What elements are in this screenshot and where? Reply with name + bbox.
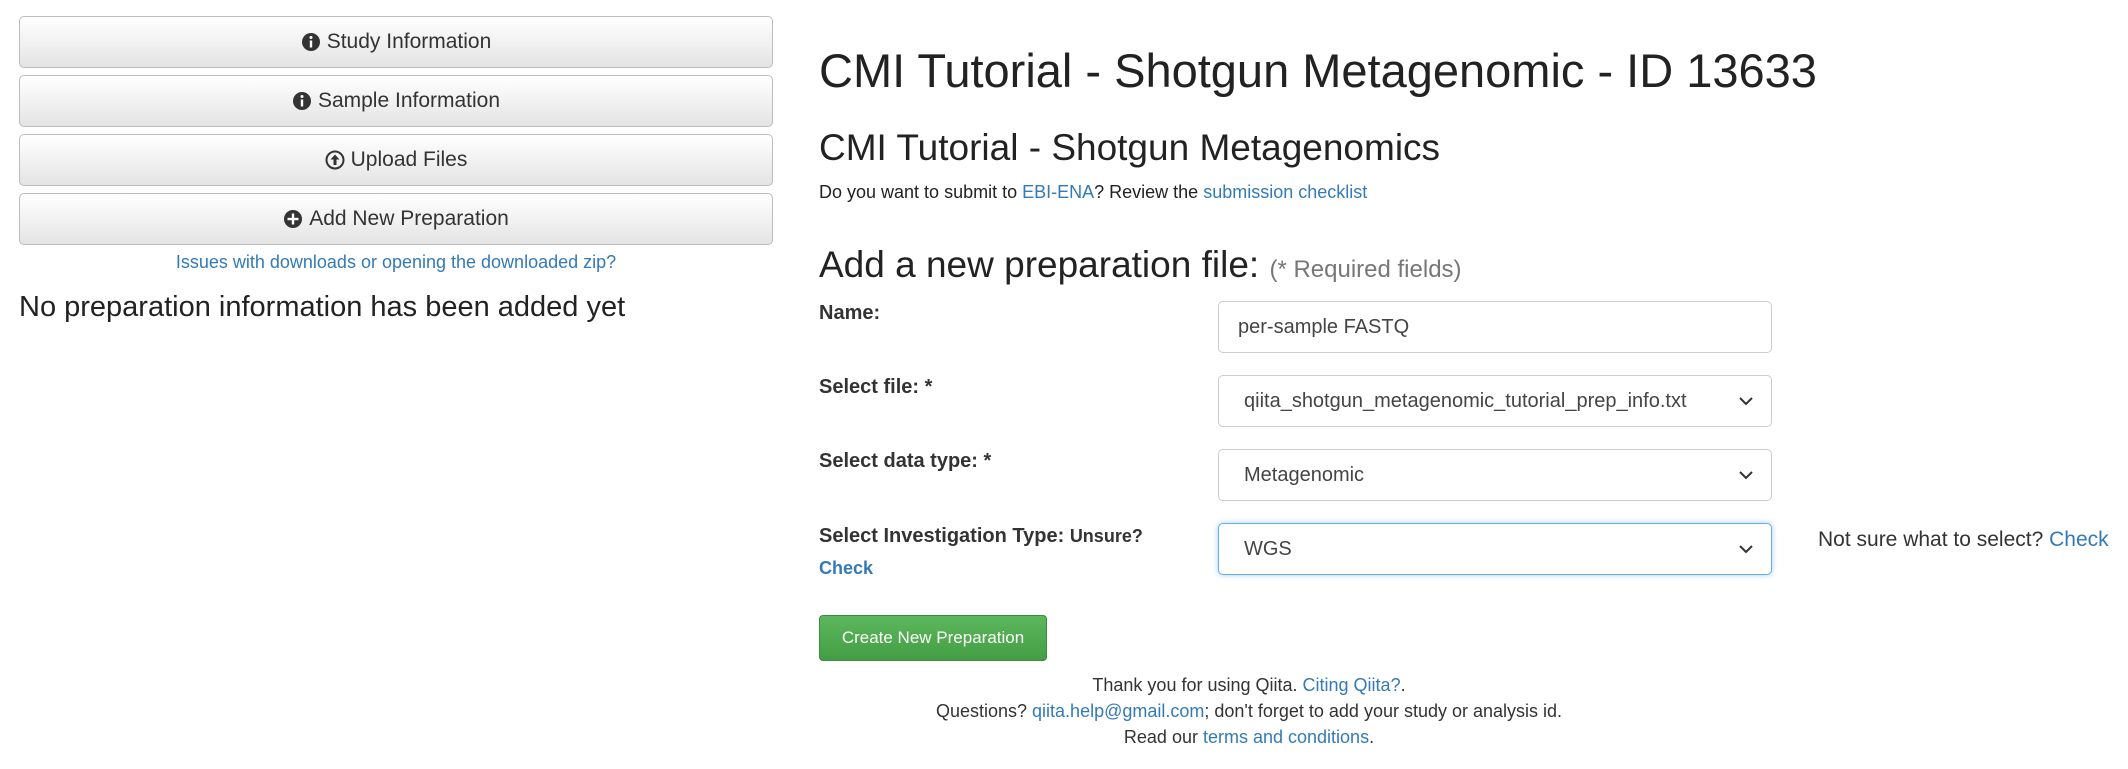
- footer-terms-suffix: .: [1369, 727, 1375, 747]
- info-icon: [301, 32, 321, 52]
- sidebar: Study Information Sample Information Upl…: [19, 16, 773, 324]
- study-title: CMI Tutorial - Shotgun Metagenomic - ID …: [819, 44, 1817, 97]
- investigation-check-link[interactable]: Check: [819, 558, 873, 579]
- citing-qiita-link[interactable]: Citing Qiita?: [1303, 675, 1401, 695]
- study-subtitle: CMI Tutorial - Shotgun Metagenomics: [819, 127, 1441, 168]
- help-email-link[interactable]: qiita.help@gmail.com: [1032, 701, 1204, 721]
- unsure-label: Unsure?: [1069, 526, 1143, 546]
- chevron-down-icon: [1739, 545, 1753, 554]
- terms-and-conditions-link[interactable]: terms and conditions: [1203, 727, 1369, 747]
- study-information-button[interactable]: Study Information: [19, 16, 773, 68]
- ebi-prefix-text: Do you want to submit to: [819, 182, 1023, 202]
- select-data-type-label: Select data type: *: [819, 450, 992, 472]
- sample-information-button[interactable]: Sample Information: [19, 75, 773, 127]
- footer-citing-suffix: .: [1400, 675, 1406, 695]
- ebi-submission-line: Do you want to submit to EBI-ENA? Review…: [819, 182, 2109, 203]
- upload-files-label: Upload Files: [350, 148, 468, 171]
- sample-information-label: Sample Information: [317, 89, 501, 112]
- select-data-type-dropdown[interactable]: Metagenomic: [1218, 449, 1772, 501]
- add-new-preparation-label: Add New Preparation: [309, 207, 509, 230]
- footer-thanks-line: Thank you for using Qiita. Citing Qiita?…: [799, 675, 1699, 696]
- required-fields-note: (* Required fields): [1269, 256, 1462, 283]
- ebi-middle-text: ? Review the: [1094, 182, 1204, 202]
- name-input-value: per-sample FASTQ: [1238, 315, 1410, 338]
- select-file-value: qiita_shotgun_metagenomic_tutorial_prep_…: [1244, 389, 1687, 412]
- select-data-type-value: Metagenomic: [1244, 463, 1365, 486]
- create-new-preparation-button[interactable]: Create New Preparation: [819, 615, 1047, 661]
- investigation-type-label: Select Investigation Type:: [819, 525, 1065, 547]
- info-icon: [292, 91, 312, 111]
- not-sure-hint: Not sure what to select? Check: [1818, 528, 2109, 552]
- footer-thanks-text: Thank you for using Qiita.: [1092, 675, 1298, 695]
- footer-read-our-text: Read our: [1123, 727, 1198, 747]
- chevron-down-icon: [1739, 397, 1753, 406]
- add-preparation-title: Add a new preparation file:: [819, 244, 1260, 285]
- investigation-type-value: WGS: [1244, 537, 1292, 560]
- footer-questions-text: Questions?: [935, 701, 1028, 721]
- upload-files-button[interactable]: Upload Files: [19, 134, 773, 186]
- select-file-label: Select file: *: [819, 376, 933, 398]
- upload-icon: [325, 150, 345, 170]
- investigation-type-label-group: Select Investigation Type: Unsure?: [819, 525, 1143, 548]
- add-preparation-heading: Add a new preparation file: (* Required …: [819, 244, 1462, 286]
- plus-circle-icon: [283, 209, 303, 229]
- not-sure-check-link[interactable]: Check: [2049, 528, 2109, 551]
- study-information-label: Study Information: [326, 30, 492, 53]
- not-sure-text: Not sure what to select?: [1818, 528, 2044, 551]
- footer-terms-line: Read our terms and conditions.: [799, 727, 1699, 748]
- add-new-preparation-button[interactable]: Add New Preparation: [19, 193, 773, 245]
- ebi-ena-link[interactable]: EBI-ENA: [1022, 182, 1094, 202]
- select-file-dropdown[interactable]: qiita_shotgun_metagenomic_tutorial_prep_…: [1218, 375, 1772, 427]
- name-label: Name:: [819, 302, 881, 324]
- footer-questions-line: Questions? qiita.help@gmail.com; don't f…: [799, 701, 1699, 722]
- name-input[interactable]: per-sample FASTQ: [1218, 301, 1772, 353]
- investigation-type-dropdown[interactable]: WGS: [1218, 523, 1772, 575]
- footer-questions-suffix: ; don't forget to add your study or anal…: [1204, 701, 1563, 721]
- download-issues-link[interactable]: Issues with downloads or opening the dow…: [19, 252, 773, 273]
- submission-checklist-link[interactable]: submission checklist: [1203, 182, 1367, 202]
- no-preparation-message: No preparation information has been adde…: [19, 291, 626, 323]
- main-content: CMI Tutorial - Shotgun Metagenomic - ID …: [819, 40, 2109, 747]
- chevron-down-icon: [1739, 471, 1753, 480]
